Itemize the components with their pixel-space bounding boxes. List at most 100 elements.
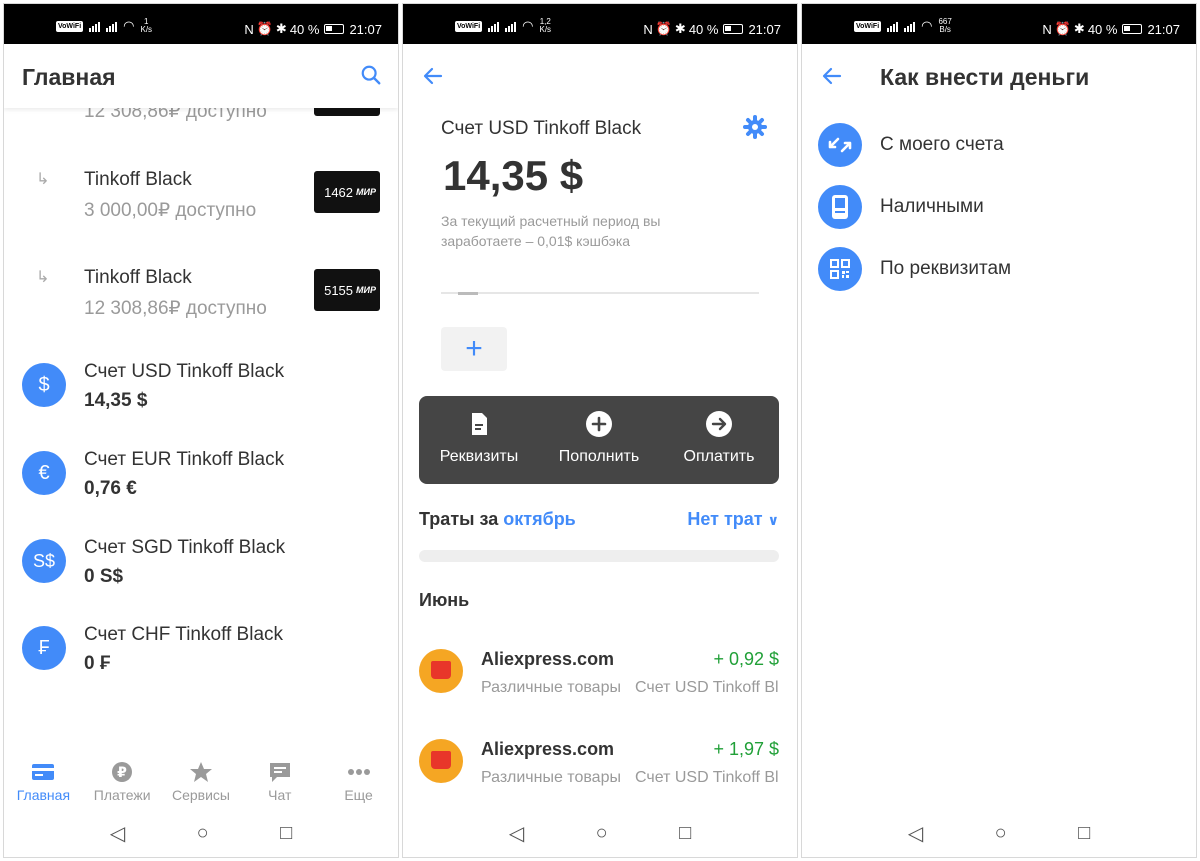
transaction-row[interactable]: Aliexpress.com + 1,97 $ Различные товары… (403, 739, 797, 799)
card-brand: МИР (356, 187, 376, 197)
top-up-button[interactable]: Пополнить (544, 396, 654, 484)
alarm-icon: ⏰ (655, 21, 672, 36)
available-balance: 12 308,86₽ доступно (84, 298, 267, 319)
action-label: Пополнить (558, 448, 640, 465)
sub-arrow-icon: ↳ (36, 269, 50, 286)
card-name: Tinkoff Black (84, 267, 192, 288)
back-nav-icon[interactable]: ◁ (110, 821, 125, 846)
home-screen: VoWiFi ◠ 1 K/s N ⏰ ✱ 40 % 21:07 Главная 1… (3, 3, 399, 858)
sub-card-row[interactable]: ↳ Tinkoff Black 3 000,00₽ доступно 1462 М… (4, 167, 398, 227)
tab-payments[interactable]: ₽ Платежи (83, 747, 161, 809)
account-detail-screen: VoWiFi ◠ 1,2 K/s N ⏰ ✱ 40 % 21:07 Счет US… (402, 3, 798, 858)
recents-nav-icon[interactable]: □ (679, 822, 691, 845)
card-number: 5155 (324, 282, 354, 298)
account-balance: 0 ₣ (84, 653, 111, 674)
network-speed: 1,2 K/s (539, 17, 552, 34)
available-balance: 3 000,00₽ доступно (84, 200, 257, 221)
euro-icon: € (22, 451, 66, 495)
tab-label: Главная (16, 787, 71, 803)
page-title: Как внести деньги (880, 64, 1090, 90)
home-nav-icon[interactable]: ○ (197, 822, 209, 845)
action-label: Оплатить (683, 448, 755, 465)
nfc-icon: N (643, 21, 653, 37)
tab-services[interactable]: Сервисы (162, 747, 240, 809)
chat-icon (269, 763, 290, 782)
account-name: Счет SGD Tinkoff Black (84, 537, 286, 558)
spending-label: Траты за октябрь (419, 509, 576, 529)
clock: 21:07 (1147, 21, 1180, 37)
tab-label: Еще (344, 787, 373, 803)
tab-home[interactable]: Главная (4, 747, 82, 809)
battery-icon (324, 24, 345, 34)
status-bar: VoWiFi ◠ 1 K/s N ⏰ ✱ 40 % 21:07 (4, 4, 398, 44)
merchant-name: Aliexpress.com (481, 649, 615, 669)
spending-status-dropdown[interactable]: Нет трат ∨ (687, 509, 779, 530)
spending-summary: Траты за октябрь Нет трат ∨ (419, 509, 779, 535)
transaction-account: Счет USD Tinkoff Black (635, 679, 779, 696)
signal-icon (89, 21, 101, 32)
bottom-tab-bar: Главная ₽ Платежи Сервисы Чат Еще (4, 747, 398, 809)
signal-icon (887, 21, 899, 32)
transfer-icon (818, 123, 862, 167)
transaction-category: Различные товары (481, 679, 621, 696)
search-icon[interactable] (360, 64, 382, 86)
back-arrow-icon[interactable] (421, 64, 445, 88)
nfc-icon: N (1042, 21, 1052, 37)
franc-icon: ₣ (22, 626, 66, 670)
option-label: По реквизитам (880, 258, 1012, 279)
recents-nav-icon[interactable]: □ (280, 822, 292, 845)
add-button[interactable]: + (441, 327, 507, 371)
account-name: Счет EUR Tinkoff Black (84, 449, 285, 470)
account-title: Счет USD Tinkoff Black (441, 118, 642, 139)
option-cash[interactable]: Наличными (818, 185, 1196, 231)
bluetooth-icon: ✱ (1073, 21, 1085, 36)
cashback-progress-fill (458, 292, 478, 295)
transaction-row[interactable]: Aliexpress.com + 0,92 $ Различные товары… (403, 649, 797, 709)
back-nav-icon[interactable]: ◁ (908, 821, 923, 846)
system-nav-bar: ◁ ○ □ (403, 809, 797, 857)
recents-nav-icon[interactable]: □ (1078, 822, 1090, 845)
option-by-details[interactable]: По реквизитам (818, 247, 1196, 293)
tab-more[interactable]: Еще (320, 747, 398, 809)
card-number: 1462 (324, 184, 354, 200)
account-row-sgd[interactable]: S$ Счет SGD Tinkoff Black 0 S$ (4, 535, 398, 595)
wifi-icon: ◠ (123, 18, 135, 33)
account-name: Счет CHF Tinkoff Black (84, 624, 284, 645)
vowifi-badge: VoWiFi (455, 20, 483, 32)
option-label: Наличными (880, 196, 984, 217)
sub-card-row[interactable]: ↳ Tinkoff Black 12 308,86₽ доступно 5155… (4, 265, 398, 325)
spending-month[interactable]: октябрь (503, 509, 576, 529)
back-nav-icon[interactable]: ◁ (509, 821, 524, 846)
signal-icon (106, 21, 118, 32)
transaction-account: Счет USD Tinkoff Black (635, 769, 779, 786)
system-nav-bar: ◁ ○ □ (802, 809, 1196, 857)
spending-bar (419, 550, 779, 562)
app-header: Главная (4, 44, 398, 108)
card-thumbnail: 5155 МИР (314, 269, 380, 311)
aliexpress-logo-icon (419, 739, 463, 783)
gear-icon[interactable] (743, 115, 767, 139)
account-row-chf[interactable]: ₣ Счет CHF Tinkoff Black 0 ₣ (4, 622, 398, 682)
nfc-icon: N (244, 21, 254, 37)
account-row-usd[interactable]: $ Счет USD Tinkoff Black 14,35 $ (4, 359, 398, 419)
details-button[interactable]: Реквизиты (424, 396, 534, 484)
account-row-eur[interactable]: € Счет EUR Tinkoff Black 0,76 € (4, 447, 398, 507)
home-nav-icon[interactable]: ○ (596, 822, 608, 845)
signal-icon (505, 21, 517, 32)
more-icon (347, 769, 370, 775)
tab-label: Сервисы (171, 787, 230, 803)
merchant-name: Aliexpress.com (481, 739, 615, 759)
transaction-amount: + 0,92 $ (713, 649, 779, 669)
battery-percent: 40 % (289, 21, 320, 37)
clock: 21:07 (748, 21, 781, 37)
card-name: Tinkoff Black (84, 169, 192, 190)
qr-icon (818, 247, 862, 291)
pay-button[interactable]: Оплатить (664, 396, 774, 484)
signal-icon (488, 21, 500, 32)
option-from-account[interactable]: С моего счета (818, 123, 1196, 169)
document-icon (472, 413, 487, 435)
tab-chat[interactable]: Чат (241, 747, 319, 809)
card-thumbnail: 1462 МИР (314, 171, 380, 213)
home-nav-icon[interactable]: ○ (995, 822, 1007, 845)
back-arrow-icon[interactable] (820, 64, 844, 88)
